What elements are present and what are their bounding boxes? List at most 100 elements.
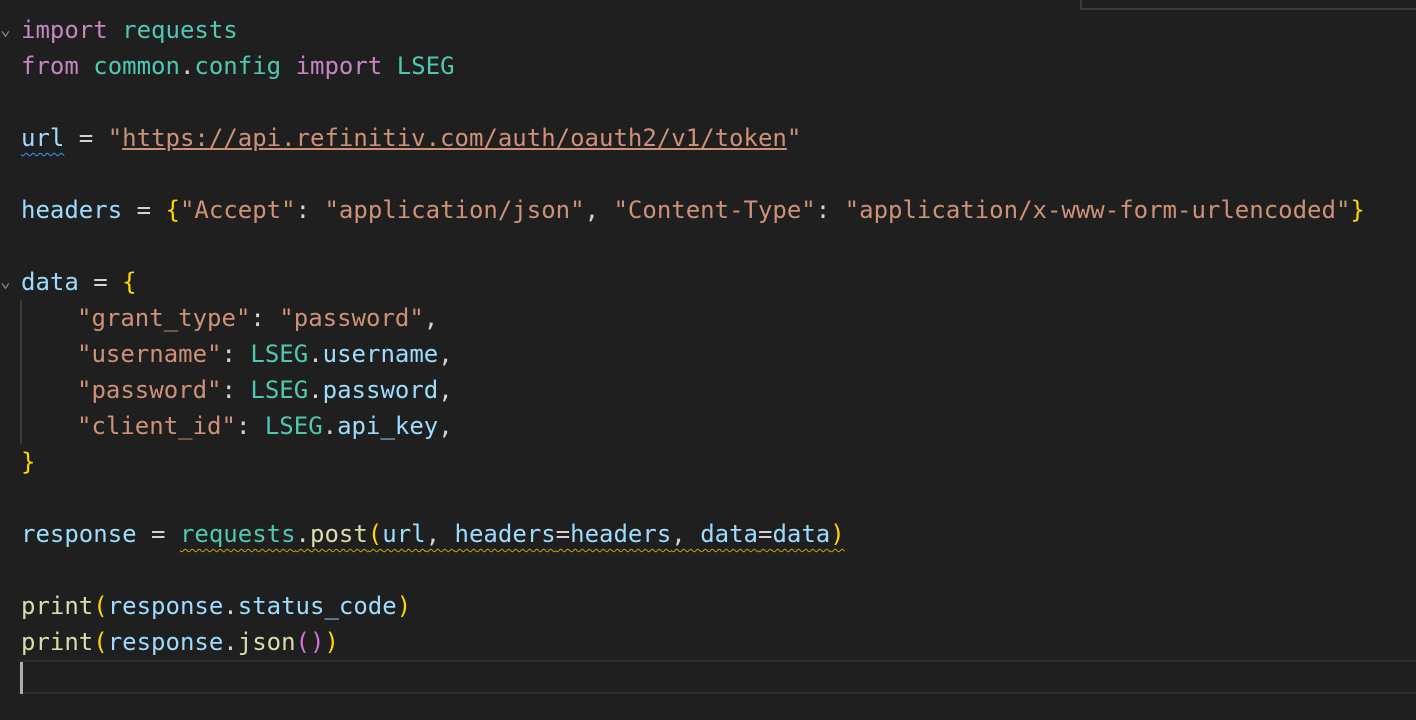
operator: = [136, 520, 180, 548]
module-name: config [194, 52, 282, 80]
paren: () [295, 628, 325, 656]
operator: = [64, 124, 108, 152]
string: "grant_type" [77, 304, 251, 332]
dot: . [308, 340, 323, 368]
dot: . [308, 376, 323, 404]
comma: , [671, 520, 701, 548]
code-line-6[interactable]: headers = {"Accept": "application/json",… [21, 192, 1365, 228]
string: "application/json" [324, 196, 585, 224]
module-name: common [93, 52, 180, 80]
string: "Accept" [179, 196, 296, 224]
colon: : [235, 412, 265, 440]
paren: ( [93, 592, 108, 620]
colon: : [221, 340, 251, 368]
code-line-17[interactable]: print(response.status_code) [21, 588, 411, 624]
function-name: print [21, 592, 94, 620]
keyword-argument: headers [454, 520, 556, 548]
dot: . [179, 52, 195, 80]
code-line-4[interactable]: url = "https://api.refinitiv.com/auth/oa… [21, 120, 801, 156]
module-name: requests [122, 16, 238, 44]
string: "Content-Type" [613, 196, 816, 224]
keyword: import [295, 52, 383, 80]
colon: : [815, 196, 845, 224]
code-line-1[interactable]: import requests [21, 12, 238, 48]
code-line-18[interactable]: print(response.json()) [21, 624, 339, 660]
indent-guide [20, 300, 22, 444]
brace: { [122, 268, 137, 296]
warning-squiggle[interactable]: requests.post(url, headers=headers, data… [180, 520, 845, 548]
dot: . [322, 412, 338, 440]
current-line-highlight[interactable] [18, 660, 1416, 694]
string: "username" [77, 340, 222, 368]
colon: : [250, 304, 280, 332]
comma: , [423, 304, 439, 332]
url-link[interactable]: https://api.refinitiv.com/auth/oauth2/v1… [122, 124, 787, 152]
variable: url [21, 124, 65, 152]
class-name: LSEG [264, 412, 323, 440]
comma: , [425, 520, 455, 548]
code-editor[interactable]: ⌄ ⌄ import requests from common.config i… [0, 0, 1416, 720]
colon: : [221, 376, 251, 404]
equals: = [757, 520, 773, 548]
variable: data [21, 268, 79, 296]
paren: ) [324, 628, 339, 656]
string-quote: " [786, 124, 802, 152]
function-name: print [21, 628, 94, 656]
string: "application/x-www-form-urlencoded" [844, 196, 1351, 224]
class-name: LSEG [250, 376, 309, 404]
keyword: import [21, 16, 108, 44]
module-name: requests [179, 520, 296, 548]
variable: response [107, 592, 224, 620]
string: "password" [77, 376, 222, 404]
argument: data [772, 520, 831, 548]
code-line-11[interactable]: "password": LSEG.password, [77, 372, 453, 408]
variable: response [107, 628, 224, 656]
text-cursor [20, 662, 23, 694]
string: "client_id" [77, 412, 236, 440]
brace: } [1350, 196, 1365, 224]
code-line-15[interactable]: response = requests.post(url, headers=he… [21, 516, 845, 552]
equals: = [555, 520, 571, 548]
comma: , [438, 412, 453, 440]
operator: = [122, 196, 166, 224]
code-line-2[interactable]: from common.config import LSEG [21, 48, 455, 84]
variable: response [21, 520, 137, 548]
brace: } [21, 448, 36, 476]
class-name: LSEG [396, 52, 455, 80]
fold-chevron-icon[interactable]: ⌄ [0, 12, 14, 48]
paren: ) [830, 520, 845, 548]
code-line-10[interactable]: "username": LSEG.username, [77, 336, 453, 372]
paren: ( [367, 520, 383, 548]
brace: { [165, 196, 180, 224]
variable: headers [21, 196, 123, 224]
code-line-12[interactable]: "client_id": LSEG.api_key, [77, 408, 453, 444]
code-line-8[interactable]: data = { [21, 264, 137, 300]
paren: ) [396, 592, 412, 620]
attribute: password [322, 376, 439, 404]
keyword: from [21, 52, 79, 80]
argument: headers [570, 520, 672, 548]
string: "password" [279, 304, 424, 332]
attribute: status_code [237, 592, 397, 620]
code-line-9[interactable]: "grant_type": "password", [77, 300, 438, 336]
operator: = [78, 268, 123, 296]
dot: . [223, 628, 238, 656]
code-line-13[interactable]: } [21, 444, 35, 480]
paren: ( [93, 628, 108, 656]
attribute: api_key [337, 412, 439, 440]
keyword-argument: data [700, 520, 758, 548]
comma: , [438, 340, 453, 368]
attribute: username [322, 340, 439, 368]
comma: , [438, 376, 453, 404]
function-name: post [310, 520, 368, 548]
string-quote: " [107, 124, 123, 152]
dot: . [295, 520, 310, 548]
minimap-edge [1080, 0, 1416, 10]
dot: . [223, 592, 238, 620]
method-name: json [237, 628, 296, 656]
argument: url [382, 520, 426, 548]
colon: : [295, 196, 325, 224]
comma: , [584, 196, 614, 224]
class-name: LSEG [250, 340, 309, 368]
fold-chevron-icon[interactable]: ⌄ [0, 264, 14, 300]
